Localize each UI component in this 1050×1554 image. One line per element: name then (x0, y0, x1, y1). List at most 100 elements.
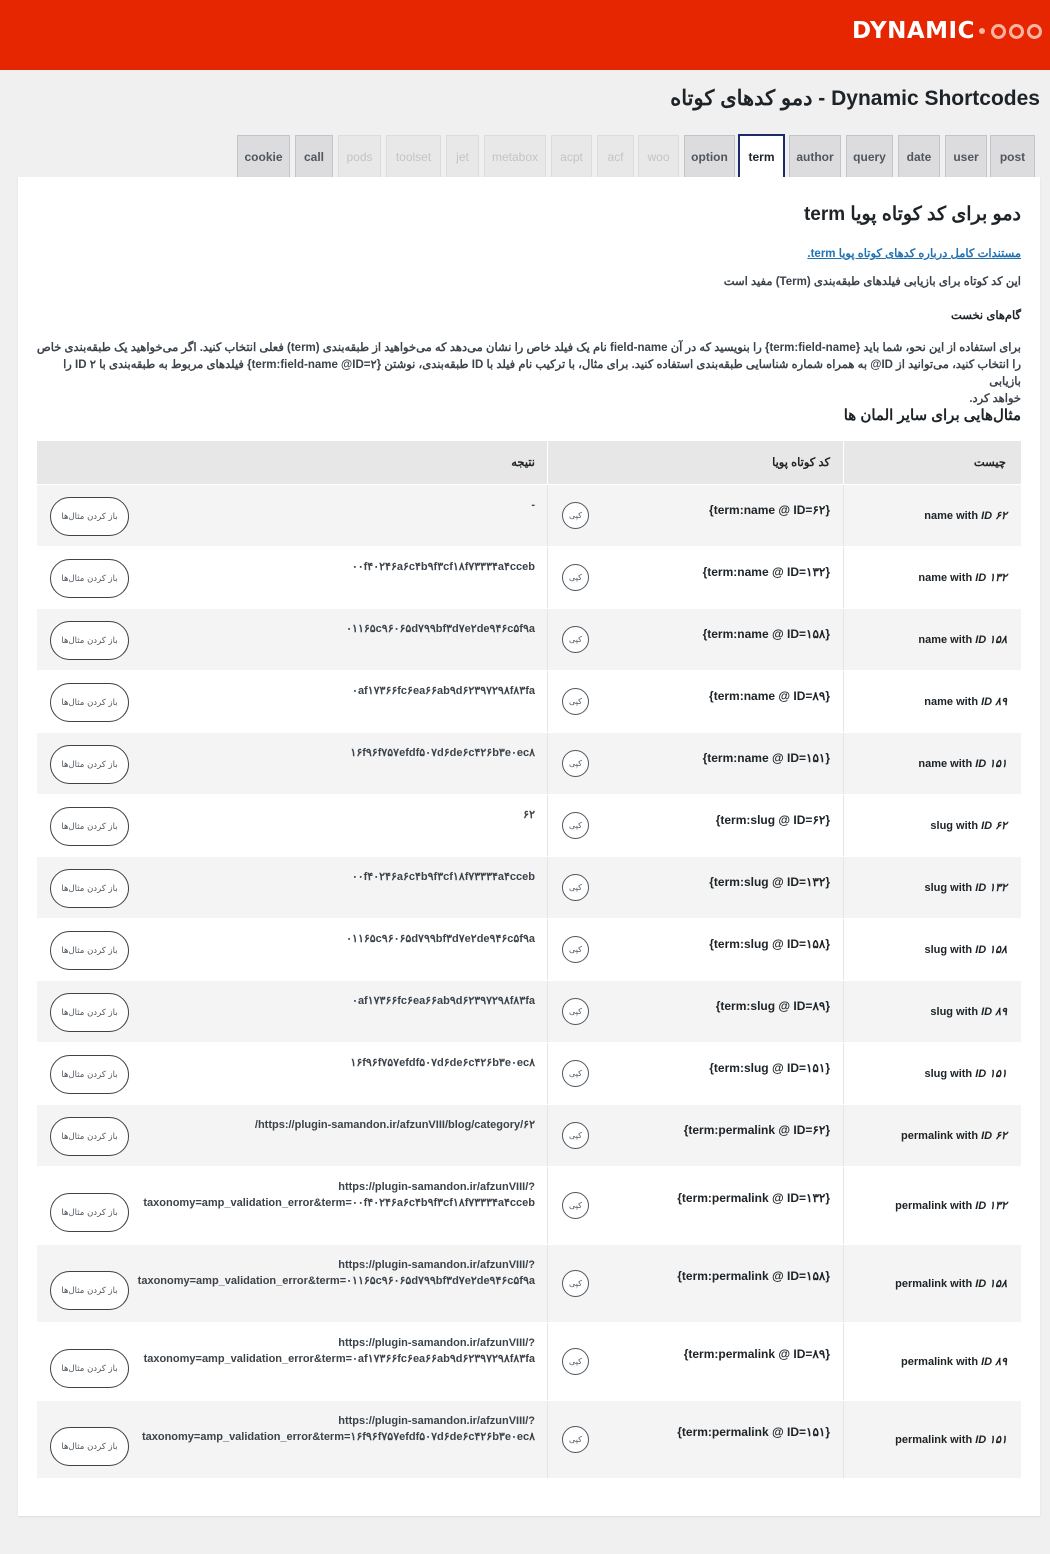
row-description: name with ID ۱۵۱ (918, 757, 1007, 770)
tab-toolset[interactable]: toolset (386, 135, 441, 178)
result-value: /https://plugin-samandon.ir/afzunVIII/bl… (135, 1117, 535, 1133)
open-examples-button[interactable]: باز کردن مثال‌ها (50, 931, 129, 970)
table-body: name with ID ۶۲ {term:name @ ID=۶۲} کپی - با… (37, 484, 1021, 1478)
open-examples-button[interactable]: باز کردن مثال‌ها (50, 1055, 129, 1094)
result-value: - (135, 497, 535, 513)
column-divider (547, 919, 548, 980)
tab-post[interactable]: post (990, 135, 1035, 178)
open-examples-button[interactable]: باز کردن مثال‌ها (50, 993, 129, 1032)
result-line: taxonomy=amp_validation_error&term=۰۱۱۶۵… (137, 1275, 535, 1287)
row-description: name with ID ۶۲ (924, 509, 1007, 522)
row-description-text: slug with (930, 820, 982, 832)
shortcode-text: {term:name @ ID=۱۳۲} (702, 565, 830, 579)
row-description-text: slug with (924, 1068, 976, 1080)
copy-button[interactable]: کپی (562, 936, 589, 963)
open-examples-button[interactable]: باز کردن مثال‌ها (50, 559, 129, 598)
row-description: permalink with ID ۶۲ (901, 1129, 1007, 1142)
shortcode-text: {term:permalink @ ID=۱۳۲} (677, 1191, 830, 1205)
brand-name: DYNAMIC (852, 18, 975, 44)
result-line: ۱۶f۹۶f۷۵۷efdf۵۰۷d۶de۶c۴۲۶b۳e۰ec۸ (350, 1057, 535, 1069)
result-value: ۰af۱۷۳۶۶fc۶ea۶۶ab۹d۶۲۳۹۷۲۹۸f۸۳fa (135, 993, 535, 1009)
tab-acf[interactable]: acf (597, 135, 634, 178)
open-examples-button[interactable]: باز کردن مثال‌ها (50, 807, 129, 846)
usage-line: برای استفاده از این نحو، شما باید {term:… (36, 342, 1021, 354)
result-line: - (531, 499, 535, 511)
shortcode-text: {term:permalink @ ID=۱۵۱} (677, 1425, 830, 1439)
copy-button[interactable]: کپی (562, 1426, 589, 1453)
tab-cookie[interactable]: cookie (237, 135, 290, 178)
open-examples-button[interactable]: باز کردن مثال‌ها (50, 1349, 129, 1388)
column-divider (547, 1401, 548, 1478)
table-row: slug with ID ۶۲ {term:slug @ ID=۶۲} کپی ۶۲ ب… (37, 794, 1021, 856)
copy-button[interactable]: کپی (562, 626, 589, 653)
row-description: name with ID ۸۹ (924, 695, 1007, 708)
copy-button[interactable]: کپی (562, 998, 589, 1025)
logo-dot-icon (979, 28, 985, 34)
copy-button[interactable]: کپی (562, 1270, 589, 1297)
row-description: slug with ID ۶۲ (930, 819, 1007, 832)
tab-term[interactable]: term (738, 134, 785, 180)
shortcode-text: {term:permalink @ ID=۸۹} (683, 1347, 830, 1361)
tab-woo[interactable]: woo (638, 135, 679, 178)
copy-button[interactable]: کپی (562, 750, 589, 777)
copy-button[interactable]: کپی (562, 1122, 589, 1149)
brand-logo: DYNAMIC (852, 18, 1042, 44)
row-description-text: permalink with (895, 1278, 976, 1290)
row-description: slug with ID ۱۳۲ (924, 881, 1007, 894)
tab-query[interactable]: query (846, 135, 893, 178)
row-description-id: ID ۸۹ (981, 696, 1007, 708)
open-examples-button[interactable]: باز کردن مثال‌ها (50, 1193, 129, 1232)
open-examples-button[interactable]: باز کردن مثال‌ها (50, 745, 129, 784)
tab-date[interactable]: date (898, 135, 940, 178)
tab-pods[interactable]: pods (338, 135, 381, 178)
table-row: permalink with ID ۱۵۱ {term:permalink @ I… (37, 1400, 1021, 1478)
tab-jet[interactable]: jet (446, 135, 479, 178)
tab-option[interactable]: option (684, 135, 735, 178)
column-divider (547, 1245, 548, 1322)
result-line: taxonomy=amp_validation_error&term=۰۰f۴۰… (143, 1197, 535, 1209)
content-panel: دمو برای کد کوتاه پویا term مستندات کامل… (18, 177, 1040, 1516)
result-line: ۱۶f۹۶f۷۵۷efdf۵۰۷d۶de۶c۴۲۶b۳e۰ec۸ (350, 747, 535, 759)
documentation-link[interactable]: مستندات کامل درباره کدهای کوتاه پویا ter… (807, 246, 1021, 260)
result-line: ۶۲ (523, 809, 535, 821)
column-divider (547, 795, 548, 856)
column-divider (843, 547, 844, 608)
copy-button[interactable]: کپی (562, 1060, 589, 1087)
open-examples-button[interactable]: باز کردن مثال‌ها (50, 497, 129, 536)
tab-metabox[interactable]: metabox (484, 135, 546, 178)
table-header: چیست کد کوتاه پویا نتیجه (37, 441, 1021, 484)
copy-button[interactable]: کپی (562, 502, 589, 529)
tab-acpt[interactable]: acpt (551, 135, 592, 178)
copy-button[interactable]: کپی (562, 1348, 589, 1375)
column-divider (547, 547, 548, 608)
shortcode-text: {term:slug @ ID=۸۹} (715, 999, 830, 1013)
copy-button[interactable]: کپی (562, 564, 589, 591)
open-examples-button[interactable]: باز کردن مثال‌ها (50, 621, 129, 660)
copy-button[interactable]: کپی (562, 688, 589, 715)
result-line: ۰af۱۷۳۶۶fc۶ea۶۶ab۹d۶۲۳۹۷۲۹۸f۸۳fa (352, 995, 535, 1007)
result-value: https://plugin-samandon.ir/afzunVIII/? ta… (135, 1413, 535, 1445)
copy-button[interactable]: کپی (562, 812, 589, 839)
row-description-id: ID ۱۳۲ (975, 572, 1007, 584)
open-examples-button[interactable]: باز کردن مثال‌ها (50, 683, 129, 722)
shortcode-text: {term:name @ ID=۱۵۸} (702, 627, 830, 641)
copy-button[interactable]: کپی (562, 1192, 589, 1219)
tab-call[interactable]: call (295, 135, 333, 178)
column-divider (843, 733, 844, 794)
open-examples-button[interactable]: باز کردن مثال‌ها (50, 869, 129, 908)
shortcode-text: {term:slug @ ID=۶۲} (715, 813, 830, 827)
result-line: https://plugin-samandon.ir/afzunVIII/? (338, 1337, 535, 1349)
column-divider (547, 1105, 548, 1166)
result-value: ۶۲ (135, 807, 535, 823)
open-examples-button[interactable]: باز کردن مثال‌ها (50, 1427, 129, 1466)
result-value: ۰۰f۴۰۲۴۶a۶c۴b۹f۳cf۱۸f۷۳۳۳۴a۴cceb (135, 559, 535, 575)
tab-author[interactable]: author (789, 135, 841, 178)
column-divider (547, 857, 548, 918)
examples-heading: مثال‌هایی برای سایر المان ها (843, 407, 1021, 424)
tab-user[interactable]: user (945, 135, 987, 178)
result-line: ۰۱۱۶۵c۹۶۰۶۵d۷۹۹bf۳d۷e۲de۹۴۶c۵f۹a (346, 623, 535, 635)
copy-button[interactable]: کپی (562, 874, 589, 901)
open-examples-button[interactable]: باز کردن مثال‌ها (50, 1117, 129, 1156)
open-examples-button[interactable]: باز کردن مثال‌ها (50, 1271, 129, 1310)
column-divider (547, 981, 548, 1042)
